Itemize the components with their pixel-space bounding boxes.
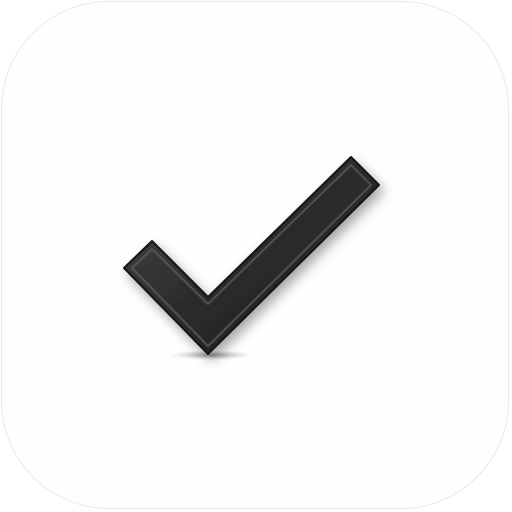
checkmark-icon bbox=[123, 156, 380, 360]
icon-canvas bbox=[0, 0, 512, 512]
checkmark-shape bbox=[123, 156, 380, 355]
